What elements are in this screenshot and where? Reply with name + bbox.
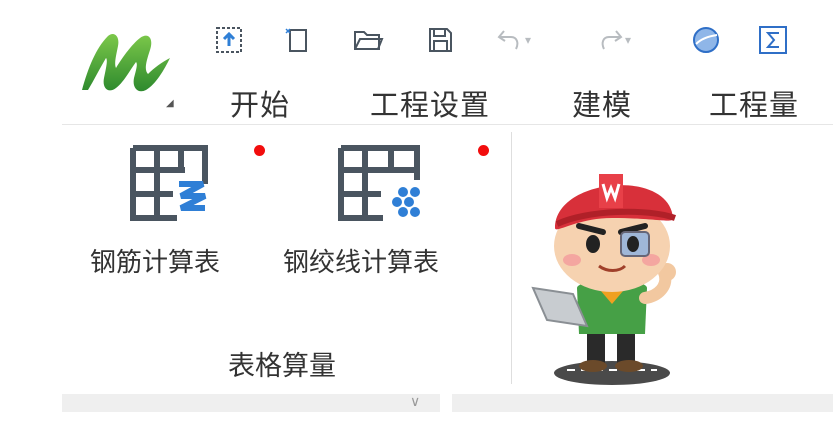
right-panel-header[interactable] — [452, 394, 833, 412]
tab-start[interactable]: 开始 — [230, 82, 290, 124]
strand-table-button[interactable] — [333, 140, 433, 230]
open-folder-icon[interactable] — [352, 22, 384, 58]
strand-table-icon — [338, 145, 420, 221]
new-file-icon[interactable] — [282, 22, 314, 58]
app-logo-icon[interactable] — [78, 28, 178, 98]
left-panel-header[interactable] — [62, 394, 440, 412]
rebar-table-notification-dot — [254, 145, 265, 156]
group-label-table-takeoff: 表格算量 — [228, 351, 336, 382]
redo-dropdown-icon[interactable]: ▾ — [620, 22, 636, 58]
tab-project-settings[interactable]: 工程设置 — [370, 82, 490, 124]
ribbon-divider — [62, 124, 833, 125]
sum-icon[interactable] — [757, 22, 789, 58]
mascot-image — [527, 148, 697, 393]
rebar-table-icon — [130, 145, 208, 221]
rebar-table-button[interactable] — [125, 140, 215, 230]
tab-quantities[interactable]: 工程量 — [709, 82, 799, 124]
undo-dropdown-icon[interactable]: ▾ — [520, 22, 536, 58]
rebar-table-label[interactable]: 钢筋计算表 — [90, 242, 220, 279]
panel-dropdown-caret-icon[interactable]: ∨ — [410, 394, 420, 410]
tab-modeling[interactable]: 建模 — [572, 82, 632, 124]
strand-table-notification-dot — [478, 145, 489, 156]
logo-menu-caret-icon[interactable]: ◢ — [166, 98, 174, 109]
strand-table-label[interactable]: 钢绞线计算表 — [283, 242, 439, 279]
import-icon[interactable] — [213, 22, 245, 58]
ribbon-group-separator — [511, 132, 512, 384]
globe-icon[interactable] — [690, 22, 722, 58]
save-icon[interactable] — [424, 22, 456, 58]
